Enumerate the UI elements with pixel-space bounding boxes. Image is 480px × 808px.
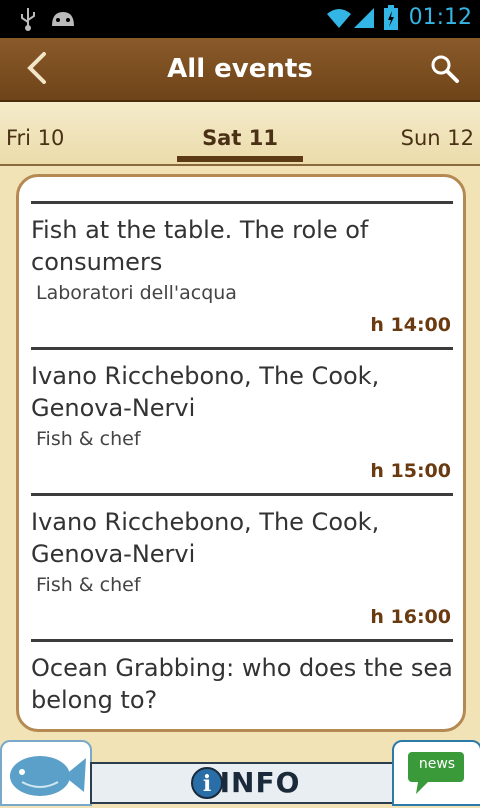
page-title: All events bbox=[167, 54, 313, 84]
wifi-icon bbox=[327, 9, 351, 28]
event-time: h 14:00 bbox=[370, 314, 451, 336]
event-item[interactable]: Ivano Ricchebono, The Cook, Genova-Nervi… bbox=[31, 493, 453, 639]
news-speech-bubble-icon bbox=[408, 752, 464, 794]
event-category: Fish & chef bbox=[36, 574, 141, 596]
info-label: INFO bbox=[219, 766, 301, 799]
event-category: Fish & chef bbox=[36, 428, 141, 450]
news-button[interactable]: news bbox=[392, 740, 480, 806]
news-label: news bbox=[418, 756, 456, 772]
event-time: h 15:00 bbox=[370, 460, 451, 482]
status-clock: 01:12 bbox=[408, 5, 472, 30]
event-category: Laboratori dell'acqua bbox=[36, 282, 237, 304]
android-debug-icon bbox=[52, 12, 74, 26]
event-list: Fish at the table. The role of consumers… bbox=[31, 201, 453, 729]
status-bar: 01:12 bbox=[0, 0, 480, 38]
event-time: h 16:00 bbox=[370, 606, 451, 628]
signal-icon bbox=[354, 8, 374, 28]
fish-logo-icon bbox=[10, 756, 86, 796]
fish-logo-button[interactable] bbox=[0, 740, 92, 806]
event-item[interactable]: Ocean Grabbing: who does the sea belong … bbox=[31, 639, 453, 729]
app-header: All events bbox=[0, 38, 480, 102]
event-title: Ivano Ricchebono, The Cook, Genova-Nervi bbox=[31, 508, 380, 568]
events-card: Fish at the table. The role of consumers… bbox=[16, 174, 466, 732]
info-button[interactable]: i INFO bbox=[90, 762, 394, 804]
tab-next-day[interactable]: Sun 12 bbox=[401, 126, 474, 150]
event-item[interactable]: Fish at the table. The role of consumers… bbox=[31, 201, 453, 347]
search-icon[interactable] bbox=[430, 54, 460, 84]
event-item[interactable]: Ivano Ricchebono, The Cook, Genova-Nervi… bbox=[31, 347, 453, 493]
tab-indicator bbox=[177, 156, 303, 162]
date-tabs: Fri 10 Sat 11 Sun 12 bbox=[0, 102, 480, 166]
event-title: Ocean Grabbing: who does the sea belong … bbox=[31, 654, 453, 714]
event-title: Ivano Ricchebono, The Cook, Genova-Nervi bbox=[31, 362, 380, 422]
usb-icon bbox=[21, 8, 35, 31]
battery-icon bbox=[384, 5, 398, 30]
event-title: Fish at the table. The role of consumers bbox=[31, 216, 369, 276]
bottom-bar: i INFO news bbox=[0, 736, 480, 806]
